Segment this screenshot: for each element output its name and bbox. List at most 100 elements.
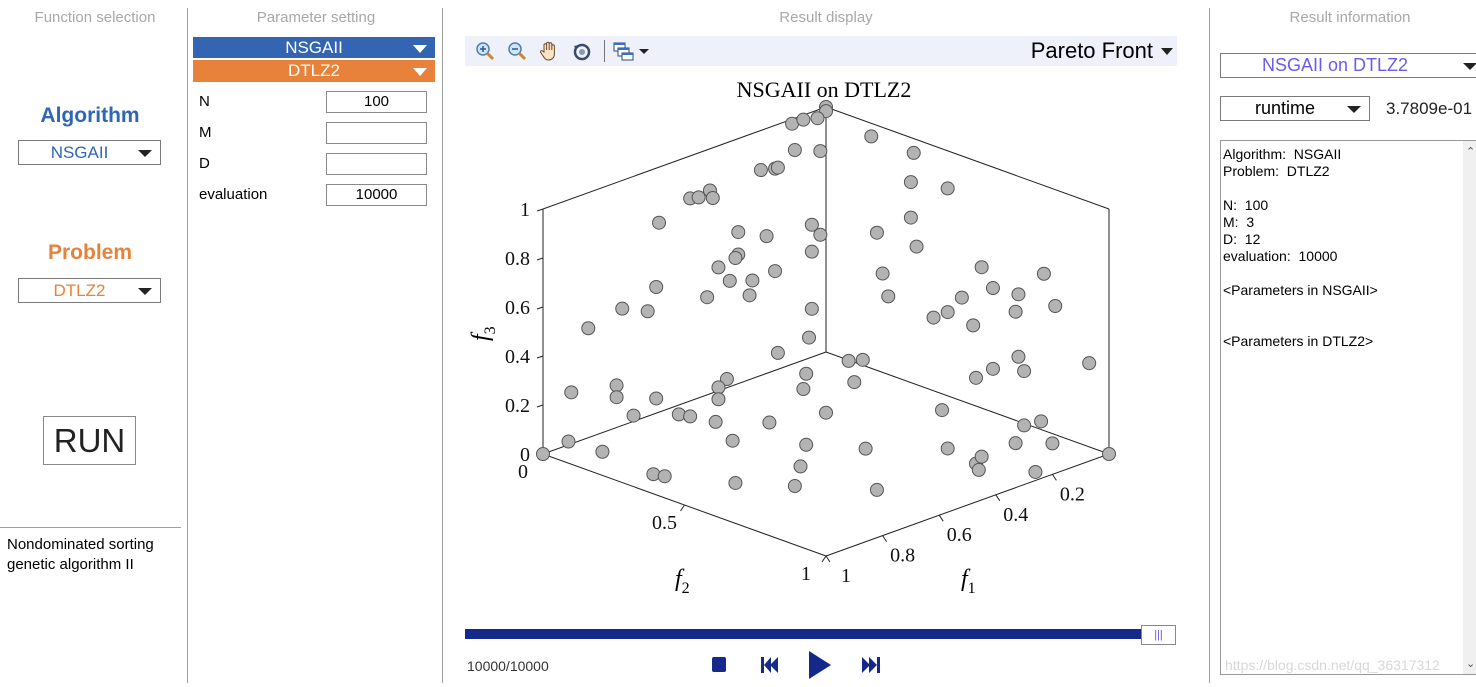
algorithm-select[interactable]: NSGAII xyxy=(18,140,161,165)
data-point xyxy=(869,482,884,497)
problem-parameter-bar[interactable]: DTLZ2 xyxy=(193,60,435,82)
data-point xyxy=(745,273,760,288)
data-point xyxy=(1008,304,1023,319)
data-point xyxy=(787,143,802,158)
y-tick-label: 1 xyxy=(801,563,811,585)
data-point xyxy=(683,409,698,424)
data-point xyxy=(881,289,896,304)
param-input-d[interactable] xyxy=(326,153,427,175)
data-point xyxy=(564,385,579,400)
data-point xyxy=(657,469,672,484)
zoom-in-icon[interactable] xyxy=(474,40,496,62)
metric-value: 3.7809e-01 xyxy=(1386,99,1473,118)
problem-select[interactable]: DTLZ2 xyxy=(18,278,161,303)
data-point xyxy=(728,251,743,266)
metric-select[interactable]: runtime xyxy=(1220,96,1370,121)
param-label-evaluation: evaluation xyxy=(199,186,268,203)
play-icon[interactable] xyxy=(808,651,832,679)
x-axis-label: f1 xyxy=(961,566,976,597)
watermark: https://blog.csdn.net/qq_36317312 xyxy=(1225,657,1440,673)
problem-select-value: DTLZ2 xyxy=(53,280,106,300)
axis-label-subscript: 1 xyxy=(968,580,976,597)
algorithm-select-value: NSGAII xyxy=(50,142,109,162)
axis-line xyxy=(825,351,1110,455)
x-tick xyxy=(825,555,831,563)
info-line: <Parameters in DTLZ2> xyxy=(1223,333,1374,349)
data-point xyxy=(640,304,655,319)
progress-slider-handle[interactable]: ||| xyxy=(1141,625,1176,645)
result-info-text: Algorithm: NSGAII Problem: DTLZ2 N: 100 M: … xyxy=(1223,146,1378,350)
view-select-value: Pareto Front xyxy=(1030,38,1153,63)
figure-windows-icon[interactable] xyxy=(612,40,652,62)
z-tick xyxy=(536,306,544,310)
param-input-evaluation[interactable]: 10000 xyxy=(326,184,427,206)
data-point xyxy=(711,380,726,395)
data-point xyxy=(804,301,819,316)
zoom-out-icon[interactable] xyxy=(506,40,528,62)
data-point xyxy=(1034,414,1049,429)
data-point xyxy=(940,441,955,456)
data-point xyxy=(1017,364,1032,379)
chevron-down-icon xyxy=(413,68,427,76)
algorithm-parameter-bar[interactable]: NSGAII xyxy=(193,37,435,58)
param-input-m[interactable] xyxy=(326,122,427,144)
run-button[interactable]: RUN xyxy=(43,416,136,465)
data-point xyxy=(926,310,941,325)
view-select[interactable]: Pareto Front xyxy=(1000,37,1176,65)
axis-label-subscript: 3 xyxy=(482,326,499,334)
rotate-3d-icon[interactable] xyxy=(571,40,593,62)
scroll-down-icon[interactable]: ⌄ xyxy=(1466,657,1475,670)
panel-divider xyxy=(187,8,188,683)
data-point xyxy=(787,479,802,494)
progress-slider-track[interactable] xyxy=(465,629,1142,639)
data-point xyxy=(609,390,624,405)
axis-line xyxy=(542,351,827,455)
data-point xyxy=(768,264,783,279)
data-point xyxy=(626,408,641,423)
data-point xyxy=(671,407,686,422)
scroll-up-icon[interactable]: ⌃ xyxy=(1466,145,1475,158)
data-point xyxy=(802,330,817,345)
x-tick xyxy=(938,514,944,522)
param-label-m: M xyxy=(199,124,212,141)
pareto-front-plot[interactable]: NSGAII on DTLZ2 00.20.40.60.8100.51 10.80… xyxy=(443,66,1209,616)
pan-hand-icon[interactable] xyxy=(538,40,560,62)
data-point xyxy=(940,181,955,196)
data-point xyxy=(1011,287,1026,302)
data-point xyxy=(985,281,1000,296)
param-input-n[interactable]: 100 xyxy=(326,91,427,113)
info-line: Algorithm: NSGAII xyxy=(1223,146,1342,162)
data-point xyxy=(705,191,720,206)
data-point xyxy=(903,210,918,225)
chevron-down-icon xyxy=(1463,62,1476,70)
data-point xyxy=(722,273,737,288)
axis-line xyxy=(825,106,1110,210)
panel-title: Result information xyxy=(1289,9,1411,26)
step-forward-icon[interactable] xyxy=(861,657,881,673)
result-info-textarea[interactable]: Algorithm: NSGAII Problem: DTLZ2 N: 100 M: … xyxy=(1220,140,1476,675)
data-point xyxy=(858,441,873,456)
y-tick xyxy=(821,555,827,563)
data-point xyxy=(615,301,630,316)
data-point xyxy=(1017,418,1032,433)
data-point xyxy=(753,163,768,178)
data-point xyxy=(759,229,774,244)
data-point xyxy=(1028,464,1043,479)
step-back-icon[interactable] xyxy=(760,657,780,673)
data-point xyxy=(609,378,624,393)
problem-bar-label: DTLZ2 xyxy=(288,61,340,80)
metric-select-value: runtime xyxy=(1254,98,1316,118)
data-point xyxy=(561,434,576,449)
data-point xyxy=(536,447,550,461)
divider xyxy=(0,527,181,528)
axis-label-subscript: 2 xyxy=(682,580,690,597)
data-point xyxy=(796,382,811,397)
result-select[interactable]: NSGAII on DTLZ2 xyxy=(1220,53,1476,78)
data-point xyxy=(971,462,986,477)
stop-icon[interactable] xyxy=(712,657,726,672)
info-line: <Parameters in NSGAII> xyxy=(1223,282,1378,298)
data-point xyxy=(813,144,828,159)
data-point xyxy=(1102,447,1116,461)
scrollbar[interactable]: ⌃ ⌄ xyxy=(1463,141,1476,674)
z-tick-label: 0.4 xyxy=(505,346,530,368)
